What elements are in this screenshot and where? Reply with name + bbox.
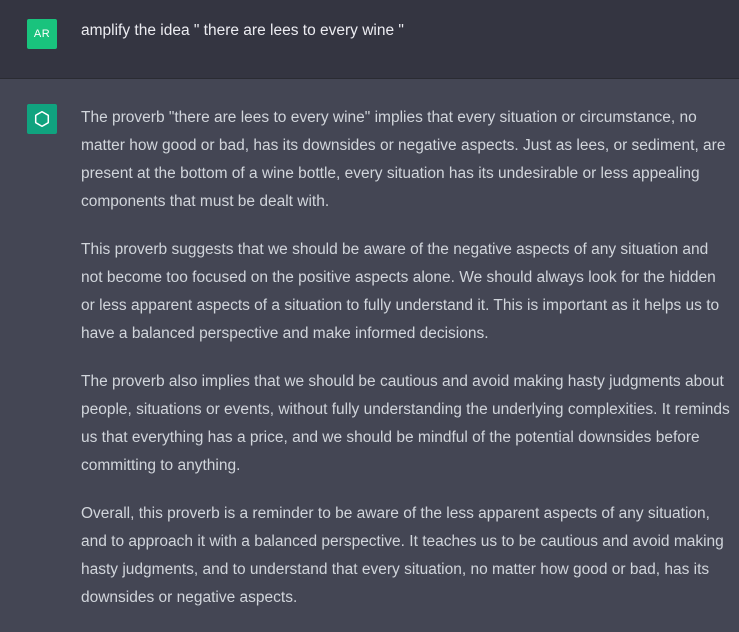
user-message-row: AR amplify the idea " there are lees to … bbox=[0, 0, 739, 79]
assistant-message-text: The proverb "there are lees to every win… bbox=[81, 104, 733, 632]
assistant-message-row: The proverb "there are lees to every win… bbox=[0, 79, 739, 629]
user-avatar: AR bbox=[27, 19, 57, 49]
openai-logo-icon bbox=[34, 111, 50, 127]
answer-paragraph-1: The proverb "there are lees to every win… bbox=[81, 109, 726, 210]
answer-paragraph-2: This proverb suggests that we should be … bbox=[81, 241, 720, 342]
assistant-avatar bbox=[27, 104, 57, 134]
answer-paragraph-4: Overall, this proverb is a reminder to b… bbox=[81, 505, 724, 606]
answer-paragraph-3: The proverb also implies that we should … bbox=[81, 373, 730, 474]
user-message-text: amplify the idea " there are lees to eve… bbox=[81, 22, 404, 39]
